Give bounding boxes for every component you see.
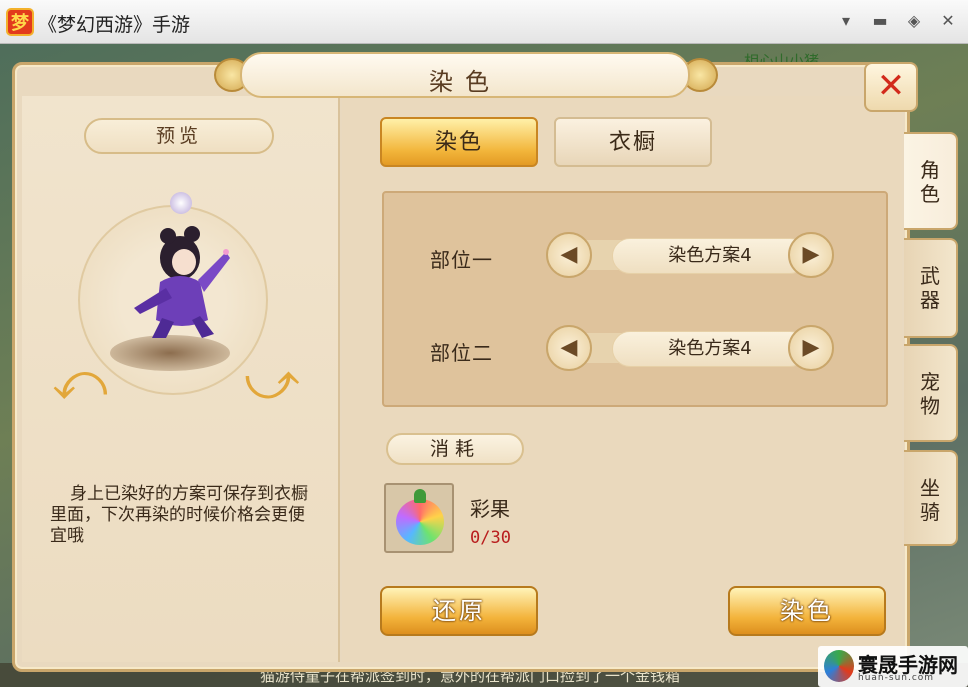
character-avatar (134, 226, 230, 338)
window-titlebar: 梦 《梦幻西游》手游 ▾ ▬ ◈ ✕ (0, 0, 968, 44)
part-one-prev-button[interactable]: ◀ (546, 232, 592, 278)
rotate-right-icon[interactable]: ⤻ (244, 352, 300, 418)
side-tab-label: 角色 (920, 158, 940, 206)
part-one-scheme: 染色方案4 (612, 238, 808, 274)
watermark: 寰晟手游网 huan-sun.com (818, 646, 968, 687)
window-title: 《梦幻西游》手游 (38, 14, 191, 36)
preview-description: 身上已染好的方案可保存到衣橱里面，下次再染的时候价格会更便宜哦 (50, 484, 308, 546)
tab-wardrobe[interactable]: 衣橱 (554, 117, 712, 167)
rotate-left-icon[interactable]: ⤺ (52, 352, 108, 418)
preview-pedestal (110, 335, 230, 371)
preview-label: 预览 (84, 118, 274, 154)
app-icon: 梦 (6, 8, 34, 36)
item-name: 彩果 (470, 497, 510, 521)
part-one-label: 部位一 (430, 248, 493, 272)
part-two-scheme: 染色方案4 (612, 331, 808, 367)
part-two-label: 部位二 (430, 341, 493, 365)
orb-icon (170, 192, 192, 214)
rainbow-fruit-icon (396, 499, 444, 545)
fruit-stem (414, 489, 426, 503)
side-tab-label: 宠物 (920, 370, 940, 418)
side-tab-label: 坐骑 (920, 476, 940, 524)
restore-icon[interactable]: ◈ (903, 10, 925, 32)
panel-close-button[interactable]: ✕ (864, 62, 918, 112)
panel-title: 染色 (429, 68, 501, 96)
panel-title-banner: 染色 (240, 52, 690, 98)
dye-button[interactable]: 染色 (728, 586, 886, 636)
reset-button[interactable]: 还原 (380, 586, 538, 636)
watermark-logo (824, 650, 854, 682)
tab-dye[interactable]: 染色 (380, 117, 538, 167)
part-two-next-button[interactable]: ▶ (788, 325, 834, 371)
item-slot[interactable] (384, 483, 454, 553)
dye-parts-box (382, 191, 888, 407)
close-icon[interactable]: ✕ (937, 10, 959, 32)
minimize-icon[interactable]: ▬ (869, 10, 891, 32)
part-two-prev-button[interactable]: ◀ (546, 325, 592, 371)
side-tab-label: 武器 (920, 264, 940, 312)
part-one-next-button[interactable]: ▶ (788, 232, 834, 278)
menu-icon[interactable]: ▾ (835, 10, 857, 32)
item-count: 0/30 (470, 528, 511, 548)
side-tab-weapon[interactable]: 武器 (904, 238, 958, 338)
side-tab-pet[interactable]: 宠物 (904, 344, 958, 442)
watermark-url: huan-sun.com (858, 673, 935, 683)
side-tab-character[interactable]: 角色 (904, 132, 958, 230)
side-tab-mount[interactable]: 坐骑 (904, 450, 958, 546)
cost-label: 消耗 (386, 433, 524, 465)
